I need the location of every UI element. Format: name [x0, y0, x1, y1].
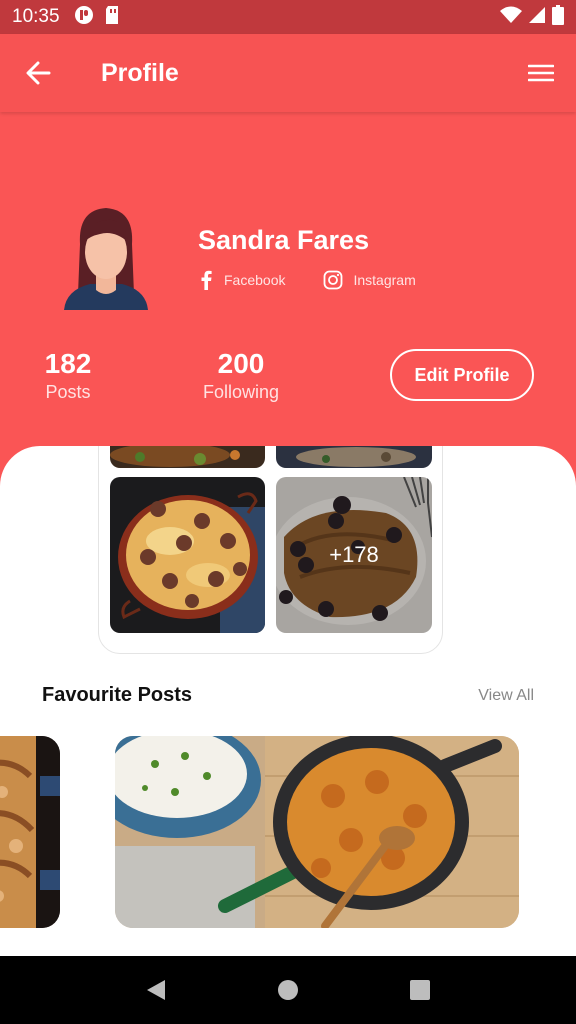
posts-label: Posts	[45, 382, 91, 402]
battery-icon	[552, 4, 564, 30]
instagram-icon	[324, 270, 343, 290]
facebook-label: Facebook	[224, 272, 286, 288]
facebook-icon	[201, 270, 212, 290]
view-all-link[interactable]: View All	[478, 687, 534, 705]
nav-home-button[interactable]	[268, 970, 308, 1010]
facebook-link[interactable]: Facebook	[198, 270, 285, 290]
gallery-more-photo[interactable]: +178	[276, 477, 432, 633]
page-title: Profile	[101, 58, 179, 87]
social-links: Facebook Instagram	[198, 270, 416, 290]
profile-name: Sandra Fares	[198, 225, 370, 255]
gallery-photo[interactable]	[110, 446, 265, 468]
system-nav-bar	[0, 956, 576, 1024]
posts-count: 182	[44, 348, 92, 379]
app-bar: Profile	[0, 34, 576, 112]
favourite-post-card[interactable]	[0, 736, 60, 928]
edit-profile-button[interactable]: Edit Profile	[390, 349, 534, 401]
status-bar: 10:35	[0, 0, 576, 34]
signal-icon	[528, 6, 546, 29]
back-button[interactable]	[0, 34, 76, 112]
more-photos-count: +178	[276, 477, 432, 633]
status-time: 10:35	[12, 6, 60, 27]
circle-home-icon	[278, 980, 298, 1000]
photo-gallery: +178	[98, 446, 443, 654]
content-panel: +178 Favourite Posts View All	[0, 446, 576, 956]
favourite-post-card[interactable]	[115, 736, 519, 928]
menu-button[interactable]	[506, 34, 576, 112]
posts-stat[interactable]: 182 Posts	[40, 348, 96, 403]
gallery-photo[interactable]	[276, 446, 432, 468]
avatar	[60, 204, 152, 314]
arrow-left-icon	[26, 61, 51, 85]
wifi-icon	[500, 6, 522, 29]
notification-icon	[74, 5, 94, 30]
sd-card-icon	[104, 5, 120, 30]
nav-back-button[interactable]	[136, 970, 176, 1010]
nav-recents-button[interactable]	[400, 970, 440, 1010]
hamburger-menu-icon	[528, 64, 554, 82]
favourite-posts-header: Favourite Posts View All	[42, 684, 534, 707]
triangle-back-icon	[147, 980, 165, 1000]
following-label: Following	[202, 382, 280, 402]
square-recents-icon	[410, 980, 430, 1000]
profile-header: Sandra Fares Facebook Instagram 182 Post…	[0, 112, 576, 492]
following-count: 200	[217, 348, 265, 379]
following-stat[interactable]: 200 Following	[198, 348, 284, 403]
instagram-label: Instagram	[353, 272, 416, 288]
favourite-posts-title: Favourite Posts	[42, 684, 193, 706]
gallery-photo[interactable]	[110, 477, 265, 633]
instagram-link[interactable]: Instagram	[323, 270, 416, 290]
